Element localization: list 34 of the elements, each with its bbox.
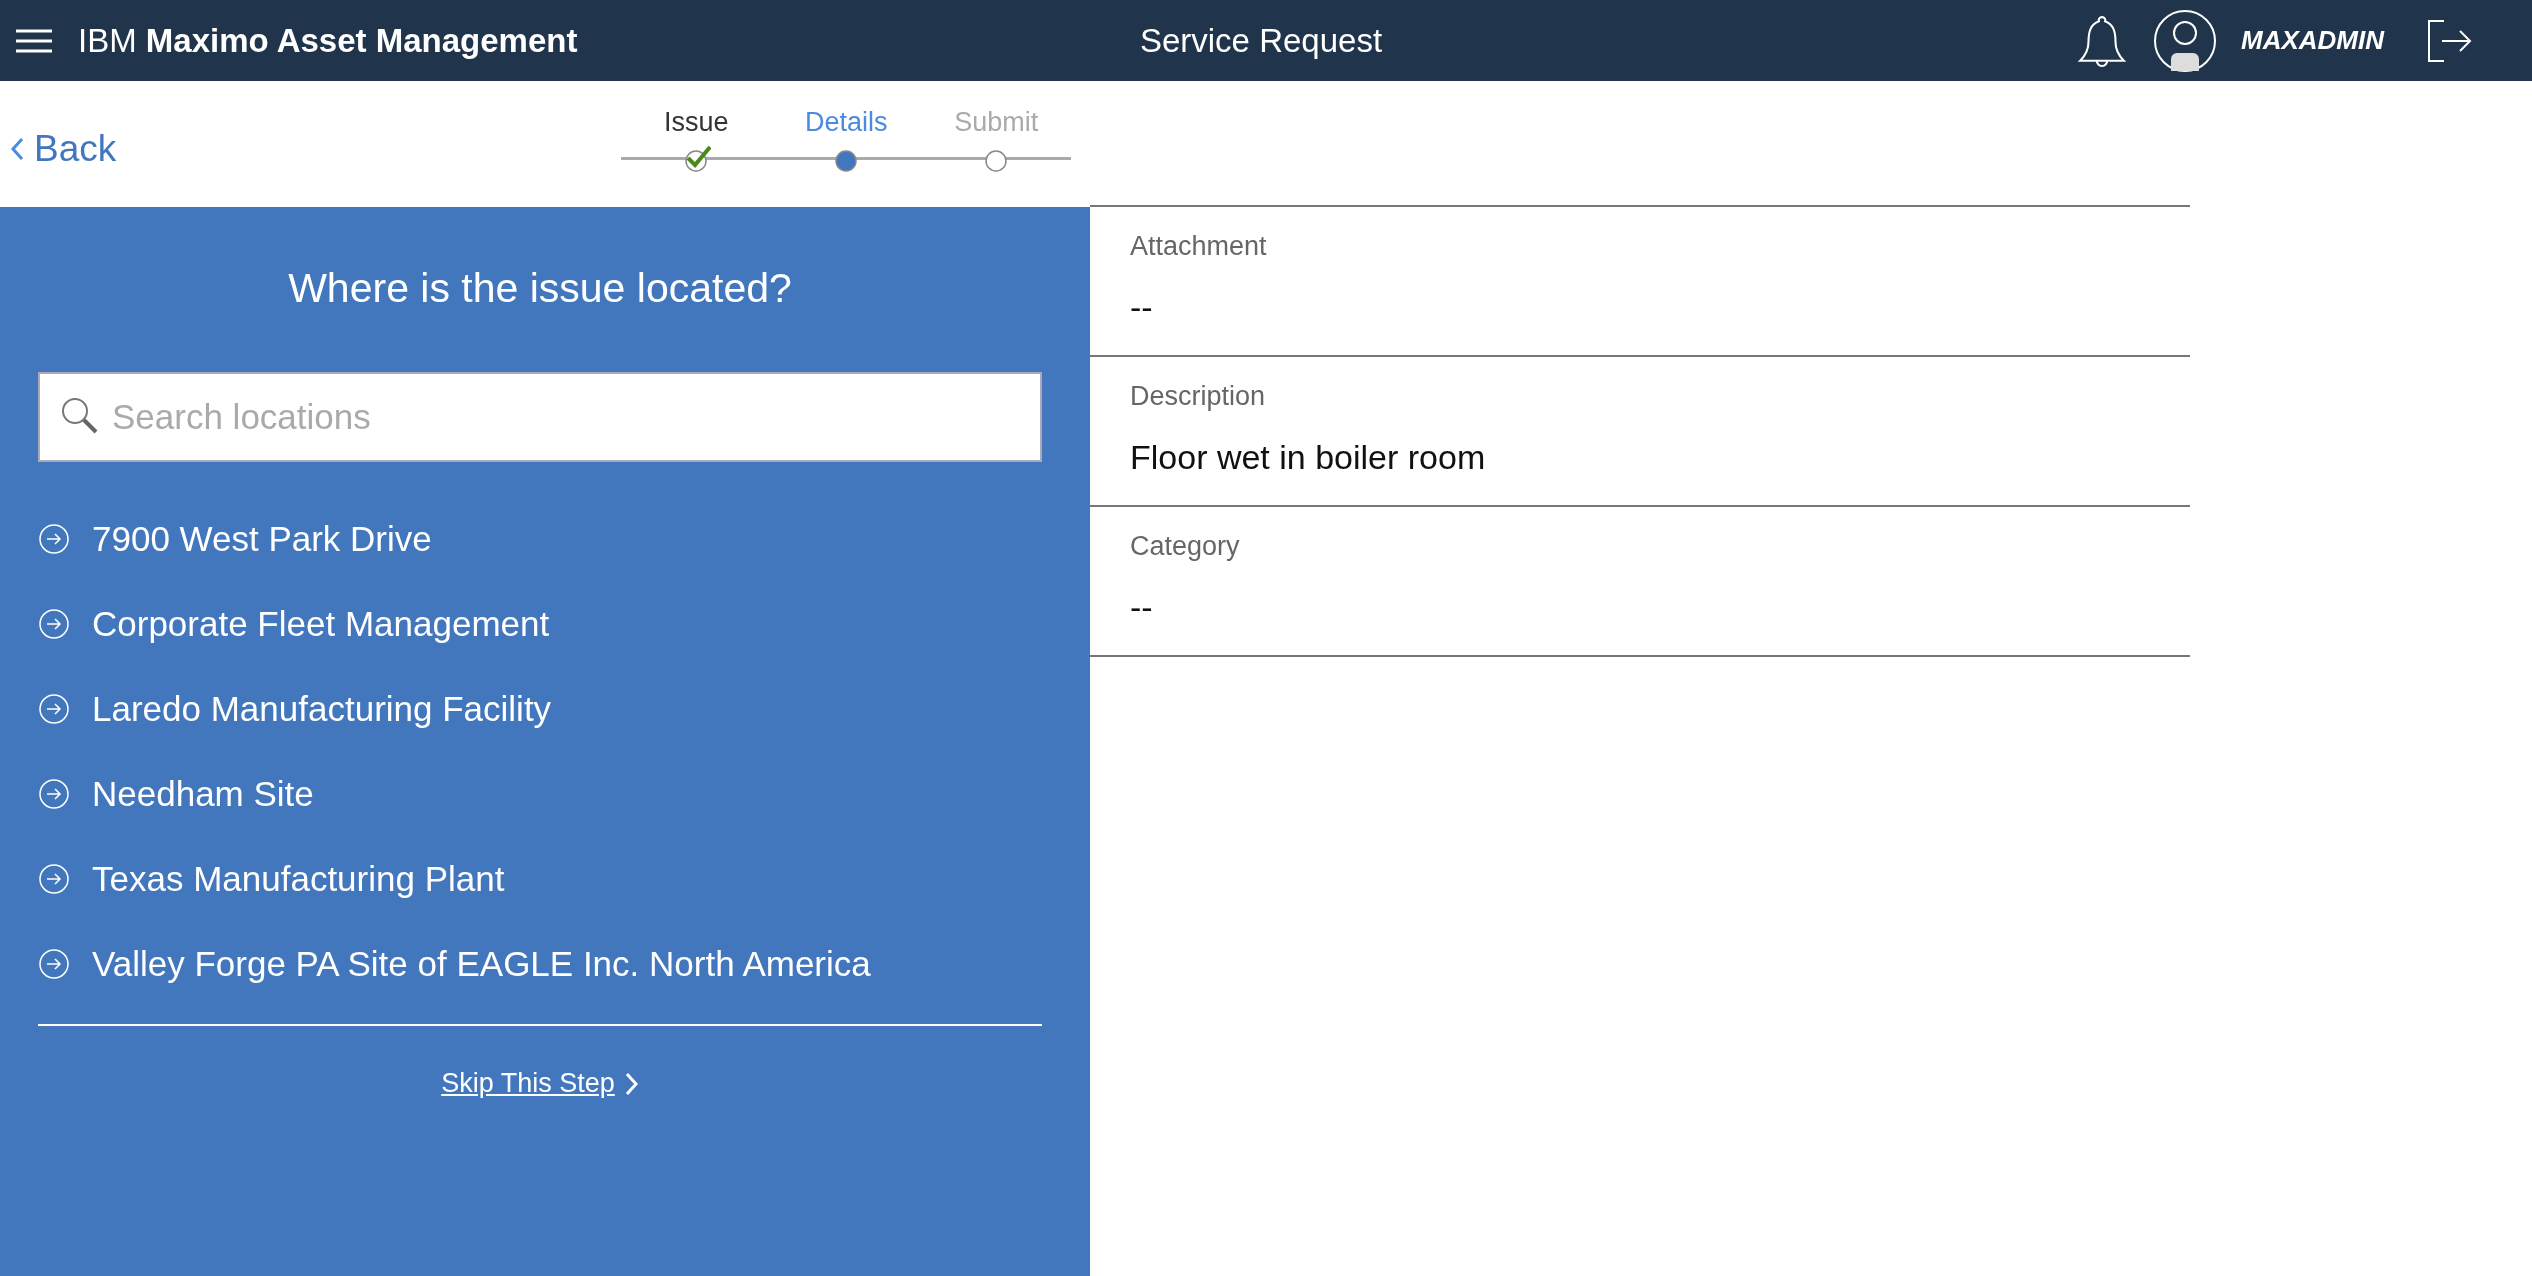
field-value: -- [1130, 588, 1154, 627]
location-item[interactable]: Corporate Fleet Management [92, 603, 550, 644]
logout-icon[interactable] [2428, 19, 2472, 62]
field-value: -- [1130, 288, 1154, 327]
field-label: Category [1130, 531, 1241, 562]
field-value: Floor wet in boiler room [1130, 438, 1487, 477]
skip-link[interactable]: Skip This Step [441, 1068, 639, 1099]
menu-icon[interactable] [16, 27, 52, 54]
page-title: Service Request [1139, 21, 1383, 60]
chevron-left-icon [10, 137, 24, 161]
location-item[interactable]: Needham Site [92, 773, 314, 814]
arrow-circle-icon [38, 777, 70, 810]
step-label[interactable]: Details [805, 106, 888, 138]
avatar-icon[interactable] [2153, 8, 2217, 73]
step-label[interactable]: Submit [954, 106, 1039, 138]
arrow-circle-icon [38, 692, 70, 725]
arrow-circle-icon [38, 862, 70, 895]
field-label: Attachment [1130, 231, 1268, 262]
location-item[interactable]: Laredo Manufacturing Facility [92, 688, 552, 729]
chevron-right-icon [624, 1071, 639, 1096]
arrow-circle-icon [38, 522, 70, 555]
step-label[interactable]: Issue [664, 106, 729, 138]
back-link[interactable]: Back [0, 128, 117, 170]
user-name: MAXADMIN [2241, 25, 2384, 56]
search-field[interactable]: Search locations [38, 372, 1042, 462]
location-item[interactable]: 7900 West Park Drive [92, 518, 432, 559]
arrow-circle-icon [38, 947, 70, 980]
bell-icon[interactable] [2077, 13, 2127, 68]
location-item[interactable]: Valley Forge PA Site of EAGLE Inc. North America [92, 943, 871, 984]
arrow-circle-icon [38, 607, 70, 640]
location-item[interactable]: Texas Manufacturing Plant [92, 858, 505, 899]
app-title: IBM Maximo Asset Management [78, 21, 578, 60]
question-heading: Where is the issue located? [287, 265, 793, 312]
field-label: Description [1130, 381, 1267, 412]
